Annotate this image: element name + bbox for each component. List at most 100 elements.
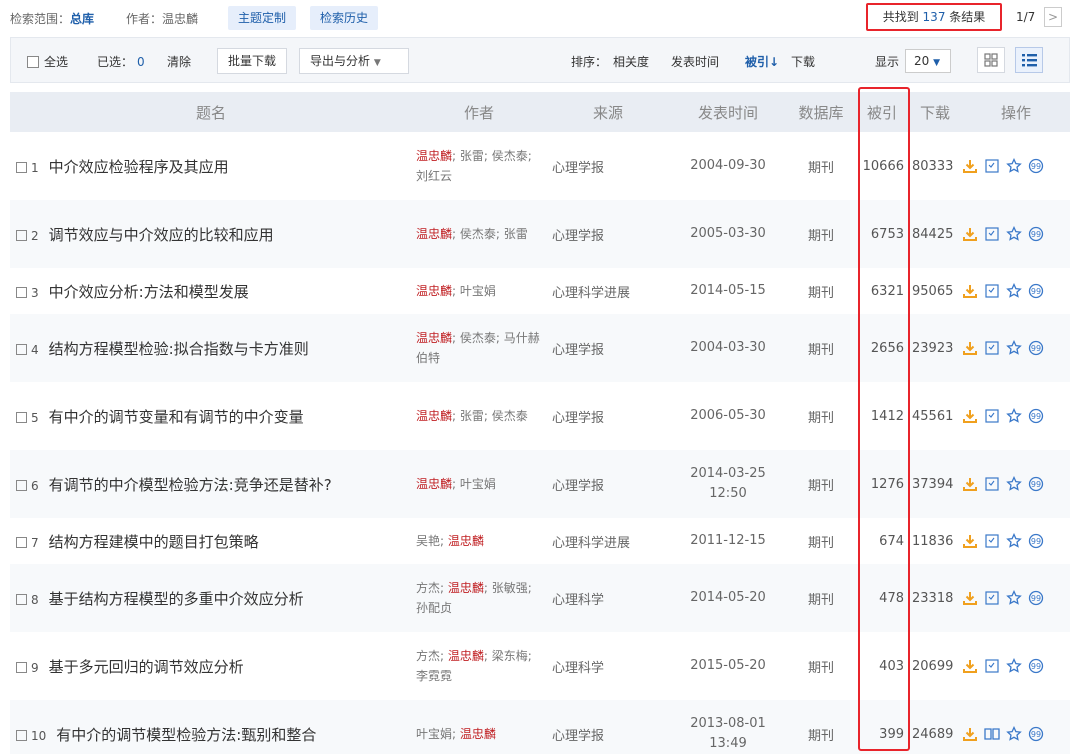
quote-icon[interactable]: 99 bbox=[1028, 658, 1044, 674]
list-view-button[interactable] bbox=[1015, 47, 1043, 73]
star-icon[interactable] bbox=[1006, 476, 1022, 492]
html-read-icon[interactable] bbox=[984, 283, 1000, 299]
star-icon[interactable] bbox=[1006, 590, 1022, 606]
source-link[interactable]: 心理学报 bbox=[546, 450, 670, 518]
row-checkbox[interactable] bbox=[16, 411, 27, 423]
source-link[interactable]: 心理科学 bbox=[546, 632, 670, 700]
author-text[interactable]: ; 侯杰泰; 张雷 bbox=[452, 227, 528, 241]
author-link-highlighted[interactable]: 温忠麟 bbox=[460, 727, 496, 741]
html-read-icon[interactable] bbox=[984, 590, 1000, 606]
source-link[interactable]: 心理学报 bbox=[546, 700, 670, 754]
author-link-highlighted[interactable]: 温忠麟 bbox=[448, 534, 484, 548]
col-cited[interactable]: 被引 bbox=[856, 92, 908, 132]
author-link-highlighted[interactable]: 温忠麟 bbox=[416, 149, 452, 163]
author-text[interactable]: 方杰; bbox=[416, 649, 448, 663]
cited-count[interactable]: 674 bbox=[856, 518, 908, 564]
source-link[interactable]: 心理学报 bbox=[546, 200, 670, 268]
source-link[interactable]: 心理科学进展 bbox=[546, 268, 670, 314]
paper-title-link[interactable]: 有中介的调节模型检验方法:甄别和整合 bbox=[56, 726, 316, 744]
star-icon[interactable] bbox=[1006, 726, 1022, 742]
html-read-icon[interactable] bbox=[984, 340, 1000, 356]
export-analysis-button[interactable]: 导出与分析 ▼ bbox=[299, 48, 409, 74]
paper-title-link[interactable]: 基于多元回归的调节效应分析 bbox=[49, 658, 244, 676]
author-link-highlighted[interactable]: 温忠麟 bbox=[416, 284, 452, 298]
cited-count[interactable]: 478 bbox=[856, 564, 908, 632]
author-text[interactable]: 吴艳; bbox=[416, 534, 448, 548]
book-icon[interactable] bbox=[984, 726, 1000, 742]
download-icon[interactable] bbox=[962, 726, 978, 742]
author-link-highlighted[interactable]: 温忠麟 bbox=[416, 331, 452, 345]
author-link-highlighted[interactable]: 温忠麟 bbox=[416, 409, 452, 423]
source-link[interactable]: 心理科学 bbox=[546, 564, 670, 632]
paper-title-link[interactable]: 基于结构方程模型的多重中介效应分析 bbox=[49, 590, 304, 608]
author-text[interactable]: ; 叶宝娟 bbox=[452, 477, 496, 491]
cited-count[interactable]: 6321 bbox=[856, 268, 908, 314]
select-all-checkbox[interactable] bbox=[27, 56, 39, 68]
quote-icon[interactable]: 99 bbox=[1028, 476, 1044, 492]
author-link-highlighted[interactable]: 温忠麟 bbox=[416, 227, 452, 241]
row-checkbox[interactable] bbox=[16, 229, 27, 241]
download-icon[interactable] bbox=[962, 226, 978, 242]
cited-count[interactable]: 399 bbox=[856, 700, 908, 754]
download-icon[interactable] bbox=[962, 476, 978, 492]
author-link-highlighted[interactable]: 温忠麟 bbox=[448, 649, 484, 663]
cited-count[interactable]: 2656 bbox=[856, 314, 908, 382]
star-icon[interactable] bbox=[1006, 340, 1022, 356]
cited-count[interactable]: 1276 bbox=[856, 450, 908, 518]
batch-download-button[interactable]: 批量下载 bbox=[217, 48, 288, 74]
cited-count[interactable]: 6753 bbox=[856, 200, 908, 268]
paper-title-link[interactable]: 有调节的中介模型检验方法:竞争还是替补? bbox=[49, 476, 332, 494]
download-icon[interactable] bbox=[962, 658, 978, 674]
html-read-icon[interactable] bbox=[984, 476, 1000, 492]
star-icon[interactable] bbox=[1006, 658, 1022, 674]
html-read-icon[interactable] bbox=[984, 226, 1000, 242]
sort-publish-time[interactable]: 发表时间 bbox=[671, 53, 719, 70]
cited-count[interactable]: 1412 bbox=[856, 382, 908, 450]
star-icon[interactable] bbox=[1006, 226, 1022, 242]
author-link-highlighted[interactable]: 温忠麟 bbox=[448, 581, 484, 595]
paper-title-link[interactable]: 中介效应检验程序及其应用 bbox=[49, 158, 229, 176]
quote-icon[interactable]: 99 bbox=[1028, 158, 1044, 174]
paper-title-link[interactable]: 有中介的调节变量和有调节的中介变量 bbox=[49, 408, 304, 426]
grid-view-button[interactable] bbox=[977, 47, 1005, 73]
quote-icon[interactable]: 99 bbox=[1028, 283, 1044, 299]
star-icon[interactable] bbox=[1006, 408, 1022, 424]
quote-icon[interactable]: 99 bbox=[1028, 226, 1044, 242]
paper-title-link[interactable]: 结构方程建模中的题目打包策略 bbox=[49, 533, 259, 551]
paper-title-link[interactable]: 调节效应与中介效应的比较和应用 bbox=[49, 226, 274, 244]
html-read-icon[interactable] bbox=[984, 533, 1000, 549]
cited-count[interactable]: 403 bbox=[856, 632, 908, 700]
paper-title-link[interactable]: 结构方程模型检验:拟合指数与卡方准则 bbox=[49, 340, 309, 358]
clear-link[interactable]: 清除 bbox=[167, 53, 191, 70]
row-checkbox[interactable] bbox=[16, 536, 27, 548]
download-icon[interactable] bbox=[962, 533, 978, 549]
row-checkbox[interactable] bbox=[16, 286, 27, 298]
row-checkbox[interactable] bbox=[16, 343, 27, 355]
row-checkbox[interactable] bbox=[16, 661, 27, 673]
html-read-icon[interactable] bbox=[984, 158, 1000, 174]
scope-value[interactable]: 总库 bbox=[70, 12, 94, 26]
row-checkbox[interactable] bbox=[16, 161, 27, 173]
author-link-highlighted[interactable]: 温忠麟 bbox=[416, 477, 452, 491]
sort-download[interactable]: 下载 bbox=[791, 53, 815, 70]
source-link[interactable]: 心理学报 bbox=[546, 314, 670, 382]
page-size-select[interactable]: 20 ▼ bbox=[905, 49, 951, 73]
row-checkbox[interactable] bbox=[16, 729, 27, 741]
download-icon[interactable] bbox=[962, 158, 978, 174]
source-link[interactable]: 心理科学进展 bbox=[546, 518, 670, 564]
author-text[interactable]: 方杰; bbox=[416, 581, 448, 595]
source-link[interactable]: 心理学报 bbox=[546, 382, 670, 450]
sort-relevance[interactable]: 相关度 bbox=[613, 53, 649, 70]
quote-icon[interactable]: 99 bbox=[1028, 590, 1044, 606]
topic-custom-button[interactable]: 主题定制 bbox=[228, 6, 297, 30]
star-icon[interactable] bbox=[1006, 158, 1022, 174]
search-history-button[interactable]: 检索历史 bbox=[310, 6, 379, 30]
row-checkbox[interactable] bbox=[16, 479, 27, 491]
cited-count[interactable]: 10666 bbox=[856, 132, 908, 200]
next-page-button[interactable]: > bbox=[1044, 7, 1062, 27]
star-icon[interactable] bbox=[1006, 533, 1022, 549]
author-text[interactable]: ; 张雷; 侯杰泰 bbox=[452, 409, 528, 423]
quote-icon[interactable]: 99 bbox=[1028, 340, 1044, 356]
sort-cited[interactable]: 被引↓ bbox=[745, 53, 779, 70]
paper-title-link[interactable]: 中介效应分析:方法和模型发展 bbox=[49, 283, 249, 301]
